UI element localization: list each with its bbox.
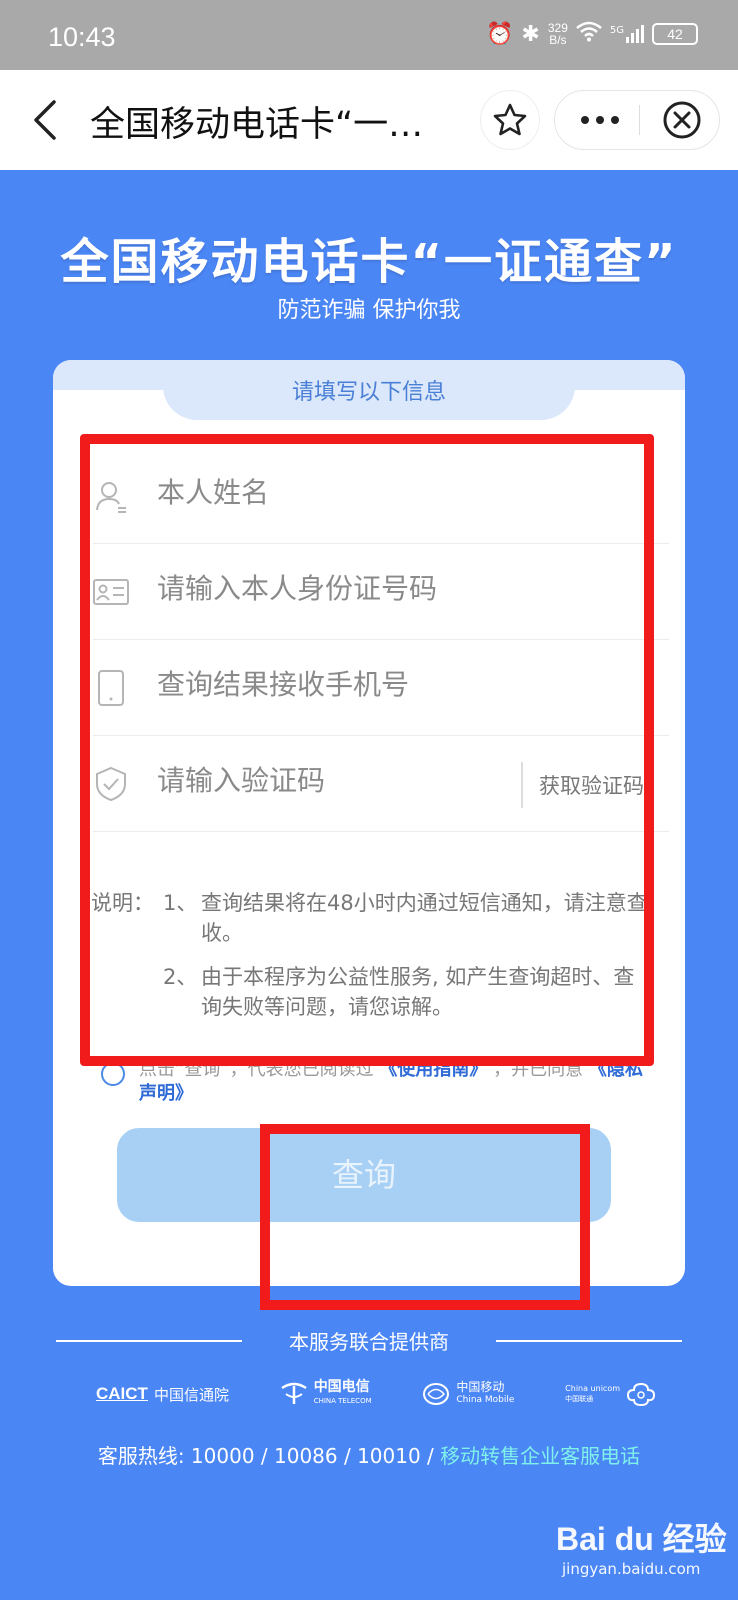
china-telecom-logo: 中国电信 CHINA TELECOM — [280, 1380, 372, 1408]
china-unicom-icon — [626, 1382, 656, 1407]
net-speed-unit: B/s — [549, 33, 567, 47]
name-row — [93, 448, 669, 544]
mvno-hotline-link[interactable]: 移动转售企业客服电话 — [440, 1444, 640, 1468]
page-title: 全国移动电话卡“一… — [90, 105, 424, 145]
china-telecom-icon — [280, 1382, 307, 1404]
id-number-row — [93, 544, 669, 640]
id-number-input[interactable] — [157, 572, 457, 605]
china-unicom-name: China unicom — [565, 1384, 620, 1393]
watermark-sub: jingyan.baidu.com — [562, 1560, 701, 1578]
caict-logo-mark: CAICT — [96, 1384, 148, 1403]
wifi-icon — [576, 20, 602, 48]
china-unicom-label: 中国联通 — [565, 1395, 594, 1403]
mini-program-capsule — [554, 90, 720, 150]
query-form-card: 请填写以下信息 获取验证码 说明： 1、 查询结果将在48小时内通过短信通知，请… — [53, 360, 685, 1286]
close-circle-icon — [663, 101, 701, 139]
phone-input[interactable] — [157, 668, 457, 701]
providers-title: 本服务联合提供商 — [289, 1330, 449, 1354]
status-icons: ⏰ ✱ 329 B/s 5G 42 — [486, 20, 698, 48]
watermark-main: Bai du 经验 — [556, 1521, 727, 1557]
verification-code-input[interactable] — [157, 764, 397, 797]
status-bar: 10:43 ⏰ ✱ 329 B/s 5G 42 — [0, 0, 738, 70]
agreement-prefix: 点击“查询”，代表您已阅读过 — [139, 1059, 374, 1080]
china-mobile-label: China Mobile — [456, 1395, 515, 1405]
note-number: 1、 — [163, 891, 198, 915]
china-telecom-name: 中国电信 — [313, 1379, 370, 1395]
star-icon — [493, 103, 527, 136]
hero-title: 全国移动电话卡“一证通查” — [60, 234, 678, 290]
card-tab: 请填写以下信息 — [163, 360, 575, 420]
battery-icon: 42 — [652, 23, 698, 45]
caict-logo: CAICT 中国信通院 — [96, 1384, 229, 1405]
card-tab-label: 请填写以下信息 — [291, 380, 446, 405]
alarm-icon: ⏰ — [486, 21, 514, 47]
signal-label: 5G — [609, 25, 624, 36]
china-mobile-icon — [423, 1383, 450, 1405]
usage-guide-link[interactable]: 《使用指南》 — [379, 1059, 487, 1080]
more-dots-icon — [581, 116, 619, 124]
china-mobile-logo: 中国移动 China Mobile — [422, 1381, 514, 1407]
get-code-button[interactable]: 获取验证码 — [539, 770, 644, 800]
phone-row — [93, 640, 669, 736]
divider-right — [496, 1340, 682, 1342]
bluetooth-icon: ✱ — [521, 21, 540, 47]
more-button[interactable] — [565, 91, 635, 149]
capsule-divider — [639, 105, 640, 135]
phone-icon — [98, 670, 124, 706]
baidu-jingyan-watermark: Bai du 经验 jingyan.baidu.com — [556, 1514, 736, 1594]
shield-check-icon — [96, 766, 126, 802]
back-button[interactable] — [26, 96, 66, 144]
signal-icon: 5G — [610, 25, 644, 43]
hotline-numbers: 客服热线: 10000 / 10086 / 10010 / — [97, 1444, 434, 1468]
chevron-left-icon — [34, 100, 56, 140]
china-telecom-label: CHINA TELECOM — [313, 1397, 372, 1405]
query-button[interactable]: 查询 — [117, 1128, 611, 1222]
notes-label: 说明： — [91, 891, 154, 915]
id-card-icon — [93, 579, 129, 605]
agreement-radio[interactable] — [101, 1062, 125, 1086]
user-icon — [96, 482, 126, 513]
china-unicom-logo: China unicom 中国联通 — [565, 1381, 656, 1407]
name-input[interactable] — [157, 476, 457, 509]
agreement-middle: ，并已同意 — [493, 1059, 584, 1080]
status-time: 10:43 — [48, 22, 116, 52]
divider-left — [56, 1340, 242, 1342]
note-number: 2、 — [163, 965, 198, 989]
hero-subtitle: 防范诈骗 保护你我 — [277, 298, 461, 323]
nav-bar: 全国移动电话卡“一… — [0, 70, 738, 170]
verification-code-row: 获取验证码 — [93, 736, 669, 832]
china-mobile-name: 中国移动 — [456, 1380, 505, 1394]
hotline: 客服热线: 10000 / 10086 / 10010 / 移动转售企业客服电话 — [0, 1440, 738, 1469]
caict-logo-label: 中国信通院 — [153, 1385, 229, 1404]
code-divider — [521, 762, 523, 808]
network-speed: 329 B/s — [548, 22, 568, 46]
close-button[interactable] — [649, 91, 715, 149]
note-text: 由于本程序为公益性服务, 如产生查询超时、查询失败等问题，请您谅解。 — [201, 965, 635, 1019]
agreement-text: 点击“查询”，代表您已阅读过 《使用指南》 ，并已同意 《隐私声明》 — [139, 1058, 659, 1106]
provider-logos: CAICT 中国信通院 中国电信 CHINA TELECOM 中国移动 Chin… — [96, 1374, 656, 1414]
note-text: 查询结果将在48小时内通过短信通知，请注意查收。 — [201, 891, 648, 945]
favorite-button[interactable] — [480, 90, 540, 150]
